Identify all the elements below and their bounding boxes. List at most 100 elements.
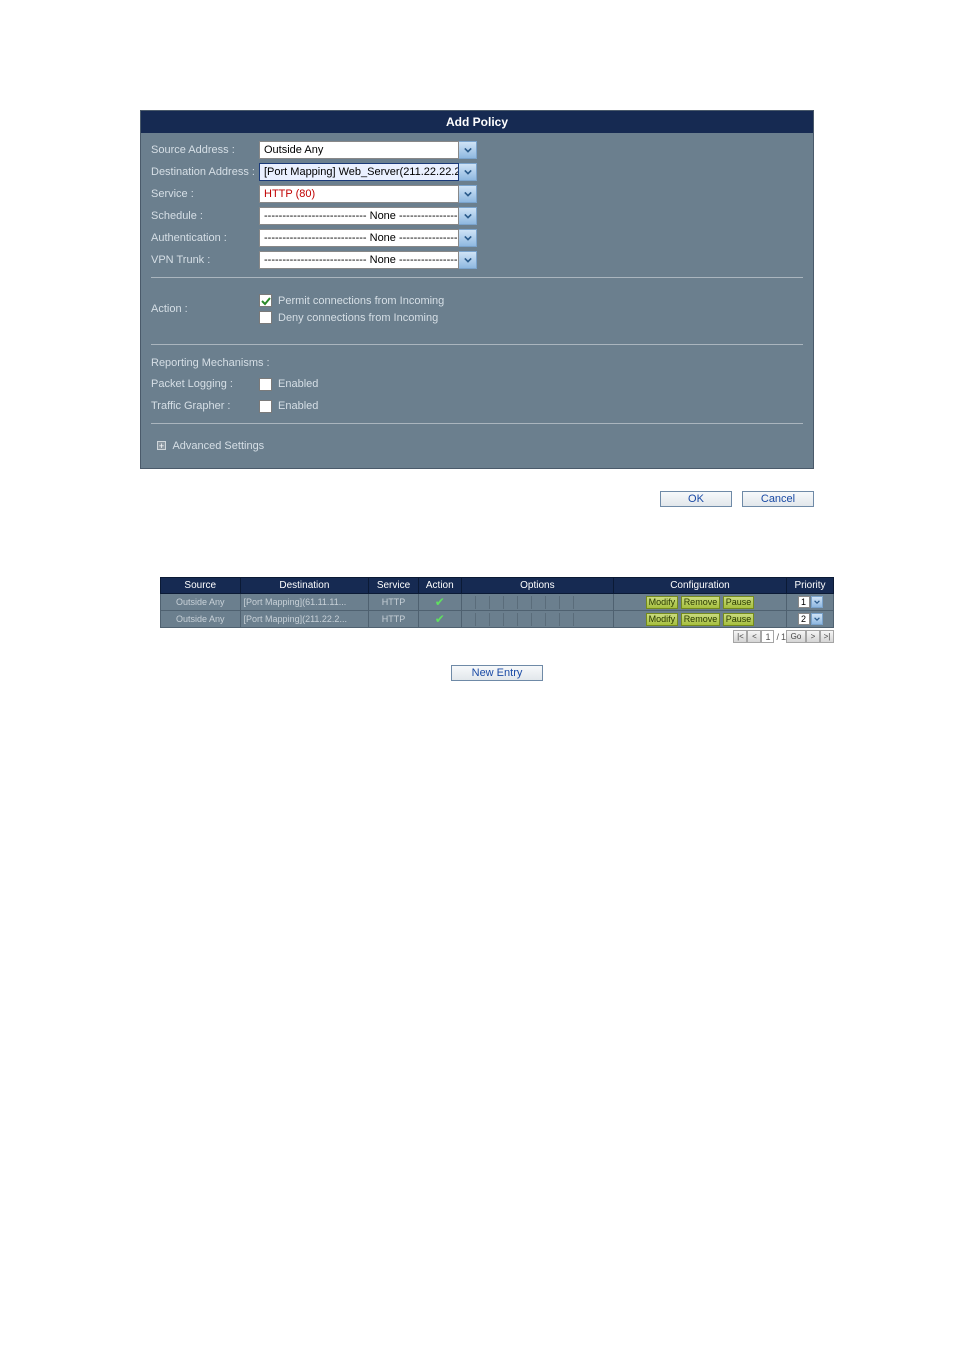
row-vpn: VPN Trunk : ----------------------------… bbox=[151, 249, 803, 271]
label-traffic-grapher: Traffic Grapher : bbox=[151, 400, 259, 412]
cell-priority: 2 bbox=[787, 611, 834, 628]
advanced-settings-toggle[interactable]: + Advanced Settings bbox=[151, 430, 803, 464]
pager: |< < 1 / 1 Go > >| bbox=[160, 630, 834, 643]
checkbox-permit[interactable] bbox=[259, 294, 272, 307]
select-destination[interactable]: [Port Mapping] Web_Server(211.22.22.22) bbox=[259, 163, 477, 181]
th-configuration: Configuration bbox=[613, 578, 786, 594]
cell-source: Outside Any bbox=[161, 611, 241, 628]
divider bbox=[151, 277, 803, 278]
label-source: Source Address : bbox=[151, 144, 259, 156]
traffic-grapher-chk[interactable]: Enabled bbox=[259, 400, 318, 413]
cell-destination: [Port Mapping](211.22.2... bbox=[240, 611, 369, 628]
select-destination-value: [Port Mapping] Web_Server(211.22.22.22) bbox=[259, 163, 459, 181]
th-destination: Destination bbox=[240, 578, 369, 594]
chevron-down-icon bbox=[459, 229, 477, 247]
select-schedule-value: ---------------------------- None ------… bbox=[259, 207, 459, 225]
new-entry-wrap: New Entry bbox=[160, 665, 834, 681]
select-authentication[interactable]: ---------------------------- None ------… bbox=[259, 229, 477, 247]
modify-button[interactable]: Modify bbox=[646, 596, 679, 609]
action-block: Action : Permit connections from Incomin… bbox=[151, 284, 803, 338]
add-policy-panel: Add Policy Source Address : Outside Any … bbox=[140, 110, 814, 469]
label-destination: Destination Address : bbox=[151, 166, 259, 178]
cell-configuration: Modify Remove Pause bbox=[613, 611, 786, 628]
cell-configuration: Modify Remove Pause bbox=[613, 594, 786, 611]
pager-next-icon[interactable]: > bbox=[806, 630, 820, 643]
th-service: Service bbox=[369, 578, 419, 594]
ok-button[interactable]: OK bbox=[660, 491, 732, 507]
chevron-down-icon bbox=[459, 163, 477, 181]
reporting-header: Reporting Mechanisms : bbox=[151, 351, 803, 373]
select-source-value: Outside Any bbox=[259, 141, 459, 159]
th-action: Action bbox=[418, 578, 461, 594]
checkbox-traffic-grapher[interactable] bbox=[259, 400, 272, 413]
row-authentication: Authentication : -----------------------… bbox=[151, 227, 803, 249]
cell-options bbox=[461, 611, 613, 628]
chevron-down-icon bbox=[459, 141, 477, 159]
label-packet-logging: Packet Logging : bbox=[151, 378, 259, 390]
row-traffic-grapher: Traffic Grapher : Enabled bbox=[151, 395, 803, 417]
option-deny[interactable]: Deny connections from Incoming bbox=[259, 311, 444, 324]
option-permit[interactable]: Permit connections from Incoming bbox=[259, 294, 444, 307]
th-source: Source bbox=[161, 578, 241, 594]
cell-source: Outside Any bbox=[161, 594, 241, 611]
cell-action: ✔ bbox=[418, 611, 461, 628]
panel-body: Source Address : Outside Any Destination… bbox=[141, 133, 813, 468]
remove-button[interactable]: Remove bbox=[681, 613, 721, 626]
packet-logging-enabled: Enabled bbox=[278, 378, 318, 390]
cell-options bbox=[461, 594, 613, 611]
deny-label: Deny connections from Incoming bbox=[278, 312, 438, 324]
select-service[interactable]: HTTP (80) bbox=[259, 185, 477, 203]
chevron-down-icon[interactable] bbox=[811, 613, 823, 625]
label-schedule: Schedule : bbox=[151, 210, 259, 222]
policy-table-wrap: Source Destination Service Action Option… bbox=[160, 577, 834, 681]
action-options: Permit connections from Incoming Deny co… bbox=[259, 294, 444, 324]
checkbox-deny[interactable] bbox=[259, 311, 272, 324]
pager-go-button[interactable]: Go bbox=[786, 630, 806, 643]
row-service: Service : HTTP (80) bbox=[151, 183, 803, 205]
plus-icon: + bbox=[157, 441, 166, 450]
table-row: Outside Any [Port Mapping](211.22.2... H… bbox=[161, 611, 834, 628]
packet-logging-chk[interactable]: Enabled bbox=[259, 378, 318, 391]
advanced-label: Advanced Settings bbox=[172, 440, 264, 452]
label-authentication: Authentication : bbox=[151, 232, 259, 244]
pager-first-icon[interactable]: |< bbox=[733, 630, 747, 643]
row-destination: Destination Address : [Port Mapping] Web… bbox=[151, 161, 803, 183]
row-source: Source Address : Outside Any bbox=[151, 139, 803, 161]
chevron-down-icon bbox=[459, 251, 477, 269]
divider bbox=[151, 423, 803, 424]
form-buttons: OK Cancel bbox=[0, 491, 814, 507]
priority-value: 2 bbox=[798, 613, 810, 625]
pager-prev-icon[interactable]: < bbox=[747, 630, 761, 643]
pager-last-icon[interactable]: >| bbox=[820, 630, 834, 643]
chevron-down-icon bbox=[459, 207, 477, 225]
pager-current: 1 bbox=[761, 630, 774, 643]
permit-label: Permit connections from Incoming bbox=[278, 295, 444, 307]
checkmark-icon: ✔ bbox=[435, 612, 445, 626]
pause-button[interactable]: Pause bbox=[723, 596, 755, 609]
divider bbox=[151, 344, 803, 345]
row-schedule: Schedule : ---------------------------- … bbox=[151, 205, 803, 227]
cell-action: ✔ bbox=[418, 594, 461, 611]
select-service-value: HTTP (80) bbox=[259, 185, 459, 203]
cell-service: HTTP bbox=[369, 594, 419, 611]
checkmark-icon: ✔ bbox=[435, 595, 445, 609]
select-vpn[interactable]: ---------------------------- None ------… bbox=[259, 251, 477, 269]
label-vpn: VPN Trunk : bbox=[151, 254, 259, 266]
th-priority: Priority bbox=[787, 578, 834, 594]
select-schedule[interactable]: ---------------------------- None ------… bbox=[259, 207, 477, 225]
label-service: Service : bbox=[151, 188, 259, 200]
chevron-down-icon[interactable] bbox=[811, 596, 823, 608]
select-source[interactable]: Outside Any bbox=[259, 141, 477, 159]
remove-button[interactable]: Remove bbox=[681, 596, 721, 609]
select-vpn-value: ---------------------------- None ------… bbox=[259, 251, 459, 269]
cell-destination: [Port Mapping](61.11.11... bbox=[240, 594, 369, 611]
priority-value: 1 bbox=[798, 596, 810, 608]
policy-table: Source Destination Service Action Option… bbox=[160, 577, 834, 628]
cell-priority: 1 bbox=[787, 594, 834, 611]
new-entry-button[interactable]: New Entry bbox=[451, 665, 544, 681]
cancel-button[interactable]: Cancel bbox=[742, 491, 814, 507]
modify-button[interactable]: Modify bbox=[646, 613, 679, 626]
checkbox-packet-logging[interactable] bbox=[259, 378, 272, 391]
pause-button[interactable]: Pause bbox=[723, 613, 755, 626]
label-action: Action : bbox=[151, 303, 259, 315]
